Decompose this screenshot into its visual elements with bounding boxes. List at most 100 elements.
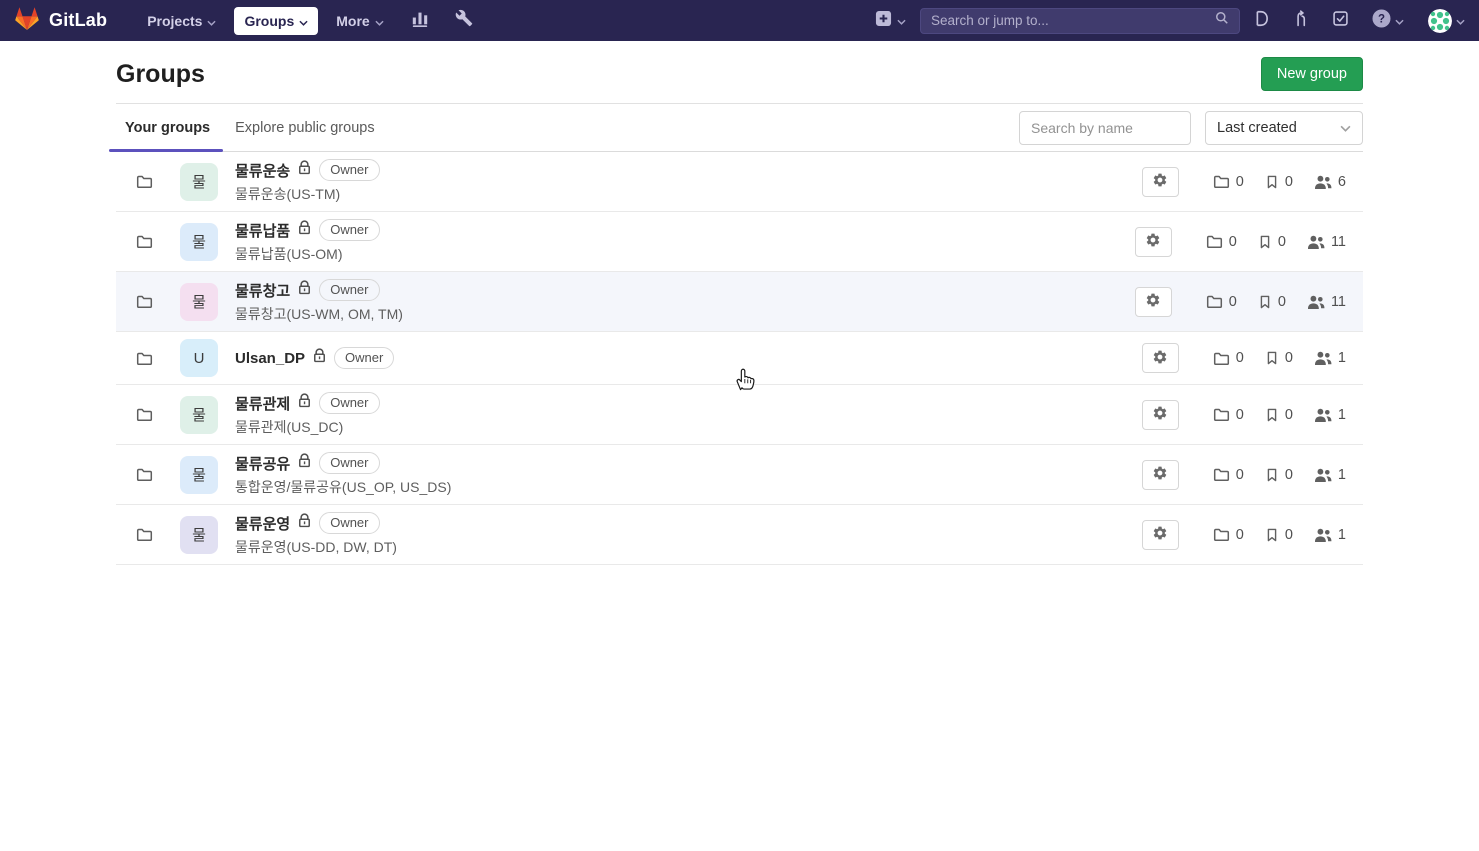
folder-icon (1206, 294, 1223, 309)
user-menu-button[interactable] (1428, 9, 1465, 33)
gear-icon (1152, 349, 1168, 368)
group-avatar-initial: 물 (192, 404, 206, 425)
users-icon (1314, 174, 1332, 190)
users-icon (1314, 527, 1332, 543)
group-description: 물류납품(US-OM) (235, 244, 380, 264)
role-badge: Owner (319, 279, 379, 301)
analytics-button[interactable] (402, 3, 438, 38)
new-menu-button[interactable] (875, 10, 906, 32)
admin-area-button[interactable] (446, 3, 482, 38)
group-avatar[interactable]: 물 (180, 163, 218, 201)
group-avatar[interactable]: 물 (180, 516, 218, 554)
new-group-button[interactable]: New group (1261, 57, 1363, 91)
role-badge: Owner (319, 392, 379, 414)
group-description: 물류운송(US-TM) (235, 184, 380, 204)
members-count: 1 (1314, 527, 1346, 543)
projects-count: 0 (1265, 407, 1293, 423)
sort-dropdown[interactable]: Last created (1205, 111, 1363, 145)
group-name-link[interactable]: 물류운영 (235, 513, 290, 534)
group-settings-button[interactable] (1142, 400, 1179, 430)
todo-check-icon (1333, 11, 1348, 31)
group-row[interactable]: 물 물류창고 Owner 물류창고(US-WM, OM, TM) (116, 272, 1363, 332)
bookmark-icon (1258, 294, 1272, 310)
chevron-down-icon (1456, 12, 1465, 30)
wrench-icon (455, 9, 473, 32)
folder-icon (136, 294, 153, 309)
users-icon (1307, 234, 1325, 250)
lock-icon (298, 160, 311, 180)
group-avatar[interactable]: U (180, 339, 218, 377)
gear-icon (1152, 172, 1168, 191)
subgroups-count: 0 (1206, 234, 1237, 250)
nav-groups[interactable]: Groups (234, 7, 318, 35)
group-avatar[interactable]: 물 (180, 223, 218, 261)
group-settings-button[interactable] (1142, 460, 1179, 490)
chevron-down-icon (897, 12, 906, 30)
projects-count: 0 (1265, 467, 1293, 483)
gitlab-home-link[interactable]: GitLab (14, 5, 107, 36)
group-name-link[interactable]: 물류관제 (235, 393, 290, 414)
tab-explore-public-groups[interactable]: Explore public groups (226, 104, 383, 151)
gitlab-tanuki-logo-icon (14, 5, 40, 36)
group-row[interactable]: 물 물류관제 Owner 물류관제(US_DC) (116, 385, 1363, 445)
nav-projects[interactable]: Projects (137, 7, 226, 35)
group-row[interactable]: U Ulsan_DP Owner (116, 332, 1363, 385)
lock-icon (298, 453, 311, 473)
group-settings-button[interactable] (1135, 287, 1172, 317)
group-name-link[interactable]: 물류창고 (235, 280, 290, 301)
group-row[interactable]: 물 물류납품 Owner 물류납품(US-OM) (116, 212, 1363, 272)
global-search[interactable] (920, 8, 1240, 34)
group-avatar-initial: 물 (192, 524, 206, 545)
group-name-link[interactable]: 물류납품 (235, 220, 290, 241)
group-avatar-initial: 물 (192, 231, 206, 252)
filter-by-name-input[interactable] (1019, 111, 1191, 145)
bar-chart-icon (411, 9, 429, 32)
folder-icon (1213, 407, 1230, 422)
group-settings-button[interactable] (1135, 227, 1172, 257)
group-row[interactable]: 물 물류운영 Owner 물류운영(US-DD, DW, DT) (116, 505, 1363, 565)
group-avatar[interactable]: 물 (180, 456, 218, 494)
subgroups-count: 0 (1213, 350, 1244, 366)
lock-icon (298, 513, 311, 533)
role-badge: Owner (319, 512, 379, 534)
chevron-down-icon (299, 13, 308, 29)
plus-square-icon (875, 10, 892, 32)
subgroups-count: 0 (1213, 407, 1244, 423)
users-icon (1307, 294, 1325, 310)
issues-icon (1254, 10, 1269, 32)
group-name-link[interactable]: 물류공유 (235, 453, 290, 474)
group-avatar[interactable]: 물 (180, 396, 218, 434)
group-avatar-initial: 물 (192, 171, 206, 192)
projects-count: 0 (1265, 174, 1293, 190)
users-icon (1314, 467, 1332, 483)
groups-page: Groups New group Your groups Explore pub… (116, 41, 1363, 565)
group-settings-button[interactable] (1142, 520, 1179, 550)
role-badge: Owner (319, 159, 379, 181)
group-avatar[interactable]: 물 (180, 283, 218, 321)
group-settings-button[interactable] (1142, 343, 1179, 373)
bookmark-icon (1265, 407, 1279, 423)
nav-more[interactable]: More (326, 7, 393, 35)
members-count: 1 (1314, 407, 1346, 423)
global-search-input[interactable] (931, 13, 1215, 28)
folder-icon (136, 174, 153, 189)
group-settings-button[interactable] (1142, 167, 1179, 197)
subgroups-count: 0 (1213, 174, 1244, 190)
gear-icon (1152, 465, 1168, 484)
group-row[interactable]: 물 물류운송 Owner 물류운송(US-TM) (116, 152, 1363, 212)
issues-button[interactable] (1254, 10, 1269, 32)
group-description: 통합운영/물류공유(US_OP, US_DS) (235, 477, 451, 497)
sort-dropdown-value: Last created (1217, 120, 1297, 136)
group-name-link[interactable]: Ulsan_DP (235, 350, 305, 367)
gear-icon (1152, 405, 1168, 424)
lock-icon (298, 280, 311, 300)
help-menu-button[interactable]: ? (1372, 9, 1404, 33)
members-count: 11 (1307, 234, 1346, 250)
bookmark-icon (1258, 234, 1272, 250)
brand-text: GitLab (49, 10, 107, 31)
tab-your-groups[interactable]: Your groups (116, 104, 219, 151)
merge-requests-button[interactable] (1293, 10, 1309, 32)
group-row[interactable]: 물 물류공유 Owner 통합운영/물류공유(US_OP, US_DS) (116, 445, 1363, 505)
todos-button[interactable] (1333, 11, 1348, 31)
group-name-link[interactable]: 물류운송 (235, 160, 290, 181)
